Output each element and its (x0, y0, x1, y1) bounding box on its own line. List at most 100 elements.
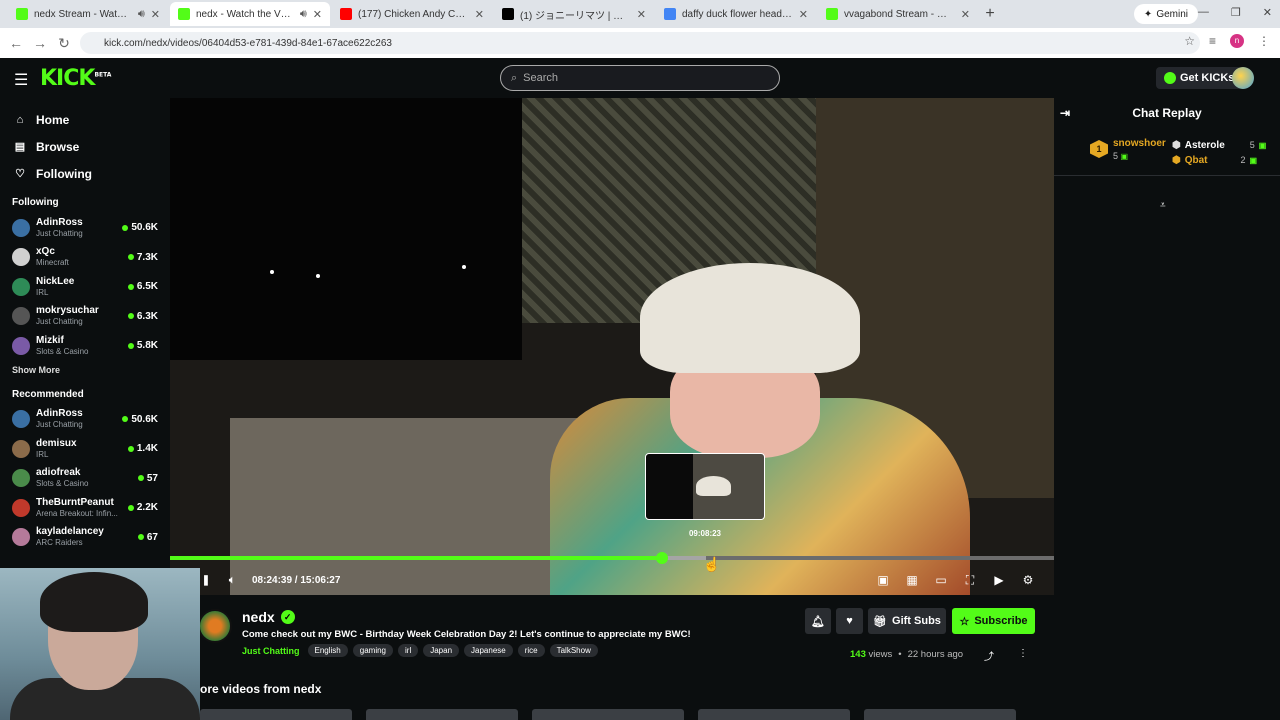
video-thumbnail[interactable] (200, 709, 352, 720)
video-thumbnail[interactable] (366, 709, 518, 720)
leader-first[interactable]: snowshoer 5 ▣ (1113, 138, 1166, 163)
kick-logo[interactable]: KICKBETA (40, 66, 111, 91)
minimize-icon[interactable]: — (1198, 6, 1209, 19)
search-input[interactable]: ⌕ Search (500, 65, 780, 91)
tab-close-icon[interactable]: ✕ (151, 8, 160, 21)
browser-tab[interactable]: (1) ジョニーリマツ | 迷惑外国人援 ✕ (494, 2, 654, 26)
expand-leaderboard-icon[interactable]: ⩡ (1160, 200, 1166, 211)
tab-close-icon[interactable]: ✕ (313, 8, 322, 21)
tag-chip[interactable]: gaming (352, 644, 393, 657)
sidebar-channel[interactable]: TheBurntPeanut Arena Breakout: Infin... 2.… (0, 493, 170, 523)
follow-heart-button[interactable]: ♥ (836, 608, 863, 634)
sidebar-nav-home[interactable]: ⌂ Home (0, 106, 170, 133)
channel-category: Slots & Casino (36, 479, 89, 489)
bookmark-star-icon[interactable]: ☆ (1184, 34, 1195, 48)
theater-mode-icon[interactable]: ▭ (935, 573, 947, 587)
category-link[interactable]: Just Chatting (242, 646, 300, 656)
tag-chip[interactable]: Japan (423, 644, 460, 657)
channel-text: AdinRoss Just Chatting (36, 408, 116, 430)
chat-panel: ⇥ Chat Replay 1 snowshoer 5 ▣ ⬢ Asterole 5… (1054, 98, 1280, 595)
heart-icon: ♡ (15, 168, 25, 180)
tag-chip[interactable]: rice (517, 644, 545, 657)
sidebar-channel[interactable]: adiofreak Slots & Casino 57 (0, 464, 170, 494)
sidebar-channel[interactable]: AdinRoss Just Chatting 50.6K (0, 213, 170, 243)
close-window-icon[interactable]: ✕ (1263, 6, 1272, 19)
channel-avatar (12, 498, 30, 517)
tab-close-icon[interactable]: ✕ (475, 8, 484, 21)
back-icon[interactable]: ← (4, 35, 28, 51)
tab-close-icon[interactable]: ✕ (961, 8, 970, 21)
seek-bar[interactable] (170, 552, 1054, 564)
volume-icon[interactable]: 🔈︎ (226, 574, 238, 586)
sidebar-channel[interactable]: Mizkif Slots & Casino 5.8K (0, 331, 170, 361)
browser-tab[interactable]: daffy duck flower head - Googl ✕ (656, 2, 816, 26)
video-thumbnail[interactable] (698, 709, 850, 720)
gift-subs-button[interactable]: 🎁︎ Gift Subs (868, 608, 946, 634)
subscribe-button[interactable]: ☆ Subscribe (952, 608, 1035, 634)
tab-title: (177) Chicken Andy CRASHES N (358, 8, 469, 20)
clip-icon[interactable]: ▦ (906, 573, 918, 587)
sidebar-channel[interactable]: xQc Minecraft 7.3K (0, 243, 170, 273)
autoplay-icon[interactable]: ▶ (993, 573, 1005, 587)
browser-tab[interactable]: (177) Chicken Andy CRASHES N ✕ (332, 2, 492, 26)
fullscreen-icon[interactable]: ⛶ (964, 573, 976, 587)
tab-favicon-icon (178, 8, 190, 20)
forward-icon[interactable]: → (28, 35, 52, 51)
video-thumbnail[interactable] (864, 709, 1016, 720)
search-icon: ⌕ (511, 71, 518, 84)
leader-row[interactable]: ⬢ Qbat 2 ▣ (1172, 153, 1266, 168)
channel-name[interactable]: nedx ✓ (242, 609, 295, 625)
seek-bar-handle[interactable] (655, 552, 668, 564)
browser-tab[interactable]: vvagabond Stream - Watch Liv ✕ (818, 2, 978, 26)
tag-chip[interactable]: Japanese (464, 644, 513, 657)
leader-row[interactable]: ⬢ Asterole 5 ▣ (1172, 138, 1266, 153)
video-player[interactable]: 09:08:23 ☝ ❚ 🔈︎ 08:24:39 / 15:06:27 ▣ ▦ … (170, 98, 1054, 595)
channel-avatar[interactable] (198, 609, 232, 643)
tab-close-icon[interactable]: ✕ (799, 8, 808, 21)
leader-others: ⬢ Asterole 5 ▣ ⬢ Qbat 2 ▣ (1172, 138, 1266, 168)
play-pause-icon[interactable]: ❚ (200, 574, 212, 586)
channel-category: Just Chatting (36, 228, 83, 238)
channel-avatar (12, 528, 30, 547)
tab-favicon-icon (502, 8, 514, 20)
sidebar-nav-following[interactable]: ♡ Following (0, 160, 170, 187)
reload-icon[interactable]: ↻ (52, 35, 76, 52)
video-thumbnail[interactable] (532, 709, 684, 720)
tag-chip[interactable]: English (307, 644, 348, 657)
get-kicks-button[interactable]: Get KICKs (1156, 67, 1243, 89)
miniplayer-icon[interactable]: ▣ (877, 573, 889, 587)
channel-name: NickLee (36, 275, 75, 287)
sidebar-channel[interactable]: NickLee IRL 6.5K (0, 272, 170, 302)
tag-chip[interactable]: TalkShow (549, 644, 598, 657)
sidebar-channel[interactable]: mokrysuchar Just Chatting 6.3K (0, 302, 170, 332)
collapse-chat-icon[interactable]: ⇥ (1060, 106, 1070, 120)
reading-list-icon[interactable]: ≡ (1209, 34, 1216, 48)
new-tab-icon[interactable]: + (980, 5, 1000, 23)
sidebar-channel[interactable]: demisux IRL 1.4K (0, 434, 170, 464)
profile-avatar[interactable]: n (1230, 34, 1244, 48)
url-field[interactable]: kick.com/nedx/videos/06404d53-e781-439d-… (80, 32, 1200, 54)
user-avatar[interactable] (1232, 67, 1254, 89)
notification-bell-button[interactable]: 🔔︎ (805, 608, 831, 634)
browser-tab[interactable]: nedx Stream - Watch Live o 🔊︎ ✕ (8, 2, 168, 26)
more-options-icon[interactable]: ⋮ (1018, 648, 1028, 659)
live-dot-icon (137, 534, 144, 541)
settings-gear-icon[interactable]: ⚙ (1022, 573, 1034, 587)
gemini-button[interactable]: ✦ Gemini (1133, 4, 1198, 24)
sidebar-channel[interactable]: AdinRoss Just Chatting 50.6K (0, 405, 170, 435)
restore-icon[interactable]: ❐ (1231, 6, 1241, 19)
sidebar-channel[interactable]: kayladelancey ARC Raiders 67 (0, 523, 170, 553)
share-icon[interactable]: ⤴ (984, 648, 994, 663)
tag-chip[interactable]: irl (398, 644, 419, 657)
tab-title: nedx - Watch the VOD on K (196, 8, 294, 20)
channel-avatar (12, 277, 30, 296)
tab-audio-icon[interactable]: 🔊︎ (300, 8, 307, 21)
show-more-link[interactable]: Show More (0, 365, 170, 379)
tab-close-icon[interactable]: ✕ (637, 8, 646, 21)
hamburger-menu-icon[interactable]: ☰ (14, 70, 28, 90)
browser-menu-icon[interactable]: ⋮ (1258, 34, 1270, 48)
tab-audio-icon[interactable]: 🔊︎ (138, 8, 145, 21)
browser-tab[interactable]: nedx - Watch the VOD on K 🔊︎ ✕ (170, 2, 330, 26)
star-icon: ☆ (959, 615, 970, 628)
sidebar-nav-browse[interactable]: ▤ Browse (0, 133, 170, 160)
